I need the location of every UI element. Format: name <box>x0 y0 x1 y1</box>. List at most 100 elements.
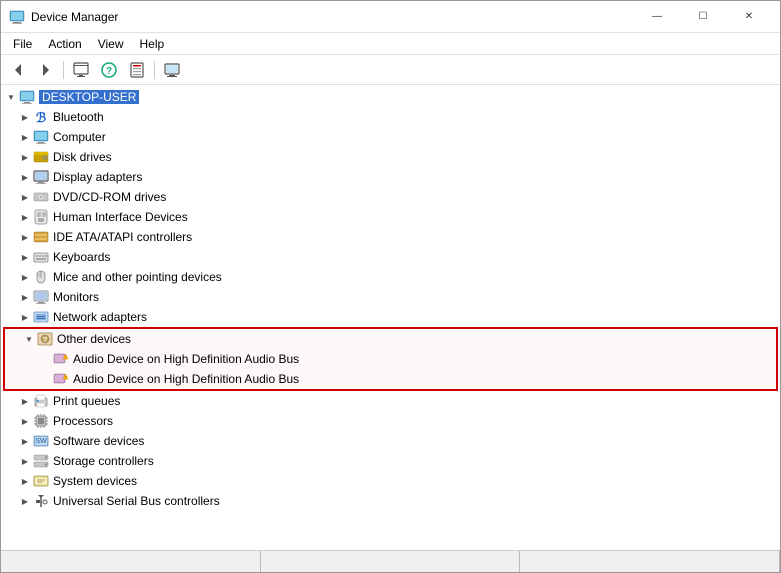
system-label: System devices <box>53 474 137 488</box>
menu-view[interactable]: View <box>90 35 132 53</box>
other-devices-icon: ? <box>37 331 53 347</box>
other-devices-expand[interactable]: ▼ <box>21 331 37 347</box>
svg-text:ℬ: ℬ <box>36 110 46 125</box>
svg-text:SW: SW <box>35 438 47 445</box>
bluetooth-icon: ℬ <box>33 109 49 125</box>
forward-button[interactable] <box>33 58 59 82</box>
disk-drives-label: Disk drives <box>53 150 112 164</box>
keyboards-expand[interactable]: ▶ <box>17 249 33 265</box>
menu-action[interactable]: Action <box>40 35 89 53</box>
tree-item-network[interactable]: ▶ Network adapters <box>1 307 780 327</box>
maximize-button[interactable]: ☐ <box>680 1 726 33</box>
ide-expand[interactable]: ▶ <box>17 229 33 245</box>
tree-item-disk-drives[interactable]: ▶ Disk drives <box>1 147 780 167</box>
mice-expand[interactable]: ▶ <box>17 269 33 285</box>
tree-panel[interactable]: ▼ DESKTOP-USER ▶ ℬ <box>1 85 780 550</box>
audio1-label: Audio Device on High Definition Audio Bu… <box>73 352 299 366</box>
software-label: Software devices <box>53 434 144 448</box>
mouse-icon <box>33 269 49 285</box>
audio-warning-icon-1: ! <box>53 351 69 367</box>
content-area: ▼ DESKTOP-USER ▶ ℬ <box>1 85 780 550</box>
scan-button[interactable] <box>159 58 185 82</box>
svg-text:!: ! <box>65 355 66 360</box>
computer-expand[interactable]: ▶ <box>17 129 33 145</box>
tree-item-keyboards[interactable]: ▶ Keyboards <box>1 247 780 267</box>
hid-expand[interactable]: ▶ <box>17 209 33 225</box>
tree-item-ide[interactable]: ▶ IDE ATA/ATAPI controllers <box>1 227 780 247</box>
update-driver-button[interactable]: ? <box>96 58 122 82</box>
menu-file[interactable]: File <box>5 35 40 53</box>
minimize-button[interactable]: — <box>634 1 680 33</box>
print-label: Print queues <box>53 394 120 408</box>
uninstall-button[interactable] <box>124 58 150 82</box>
tree-item-hid[interactable]: ▶ Human Interface Devices <box>1 207 780 227</box>
window-title: Device Manager <box>31 10 634 24</box>
disk-expand[interactable]: ▶ <box>17 149 33 165</box>
system-expand[interactable]: ▶ <box>17 473 33 489</box>
system-icon <box>33 473 49 489</box>
hid-icon <box>33 209 49 225</box>
tree-item-storage[interactable]: ▶ Storage controllers <box>1 451 780 471</box>
software-expand[interactable]: ▶ <box>17 433 33 449</box>
dvd-expand[interactable]: ▶ <box>17 189 33 205</box>
print-icon <box>33 393 49 409</box>
menu-help[interactable]: Help <box>132 35 173 53</box>
software-icon: SW <box>33 433 49 449</box>
usb-expand[interactable]: ▶ <box>17 493 33 509</box>
disk-icon <box>33 149 49 165</box>
tree-item-audio1[interactable]: ▶ ! Audio Device on High Definition Audi… <box>5 349 776 369</box>
bluetooth-expand[interactable]: ▶ <box>17 109 33 125</box>
tree-item-processors[interactable]: ▶ <box>1 411 780 431</box>
other-devices-label: Other devices <box>57 332 131 346</box>
tree-item-dvd[interactable]: ▶ DVD/CD-ROM drives <box>1 187 780 207</box>
close-button[interactable]: ✕ <box>726 1 772 33</box>
computer-tree-icon <box>33 129 49 145</box>
toolbar-separator-1 <box>63 61 64 79</box>
audio2-label: Audio Device on High Definition Audio Bu… <box>73 372 299 386</box>
keyboard-icon <box>33 249 49 265</box>
app-icon <box>9 9 25 25</box>
svg-text:?: ? <box>106 66 112 77</box>
tree-root[interactable]: ▼ DESKTOP-USER <box>1 87 780 107</box>
tree-item-monitors[interactable]: ▶ Monitors <box>1 287 780 307</box>
audio-warning-icon-2: ! <box>53 371 69 387</box>
mice-label: Mice and other pointing devices <box>53 270 222 284</box>
tree-item-system[interactable]: ▶ System devices <box>1 471 780 491</box>
tree-item-other-devices[interactable]: ▼ ? Other devices <box>5 329 776 349</box>
storage-expand[interactable]: ▶ <box>17 453 33 469</box>
monitors-expand[interactable]: ▶ <box>17 289 33 305</box>
usb-label: Universal Serial Bus controllers <box>53 494 220 508</box>
tree-item-print[interactable]: ▶ Print queues <box>1 391 780 411</box>
back-button[interactable] <box>5 58 31 82</box>
processors-expand[interactable]: ▶ <box>17 413 33 429</box>
network-label: Network adapters <box>53 310 147 324</box>
window-controls: — ☐ ✕ <box>634 1 772 33</box>
status-bar <box>1 550 780 572</box>
menu-bar: File Action View Help <box>1 33 780 55</box>
print-expand[interactable]: ▶ <box>17 393 33 409</box>
tree-item-display-adapters[interactable]: ▶ Display adapters <box>1 167 780 187</box>
tree-item-audio2[interactable]: ▶ ! Audio Device on High Definition Audi… <box>5 369 776 389</box>
tree-item-bluetooth[interactable]: ▶ ℬ Bluetooth <box>1 107 780 127</box>
display-icon <box>33 169 49 185</box>
root-expand[interactable]: ▼ <box>3 89 19 105</box>
computer-icon <box>19 89 35 105</box>
ide-icon <box>33 229 49 245</box>
processor-icon <box>33 413 49 429</box>
other-devices-highlight-box: ▼ ? Other devices ▶ <box>3 327 778 391</box>
title-bar: Device Manager — ☐ ✕ <box>1 1 780 33</box>
tree-item-computer[interactable]: ▶ Computer <box>1 127 780 147</box>
storage-label: Storage controllers <box>53 454 154 468</box>
ide-label: IDE ATA/ATAPI controllers <box>53 230 192 244</box>
tree-item-usb[interactable]: ▶ Universal Serial Bus controllers <box>1 491 780 511</box>
tree-item-software[interactable]: ▶ SW Software devices <box>1 431 780 451</box>
tree-item-mice[interactable]: ▶ Mice and other pointing devices <box>1 267 780 287</box>
status-pane-3 <box>520 551 780 572</box>
usb-icon <box>33 493 49 509</box>
properties-button[interactable] <box>68 58 94 82</box>
status-pane-2 <box>261 551 521 572</box>
network-expand[interactable]: ▶ <box>17 309 33 325</box>
bluetooth-label: Bluetooth <box>53 110 104 124</box>
display-expand[interactable]: ▶ <box>17 169 33 185</box>
hid-label: Human Interface Devices <box>53 210 188 224</box>
